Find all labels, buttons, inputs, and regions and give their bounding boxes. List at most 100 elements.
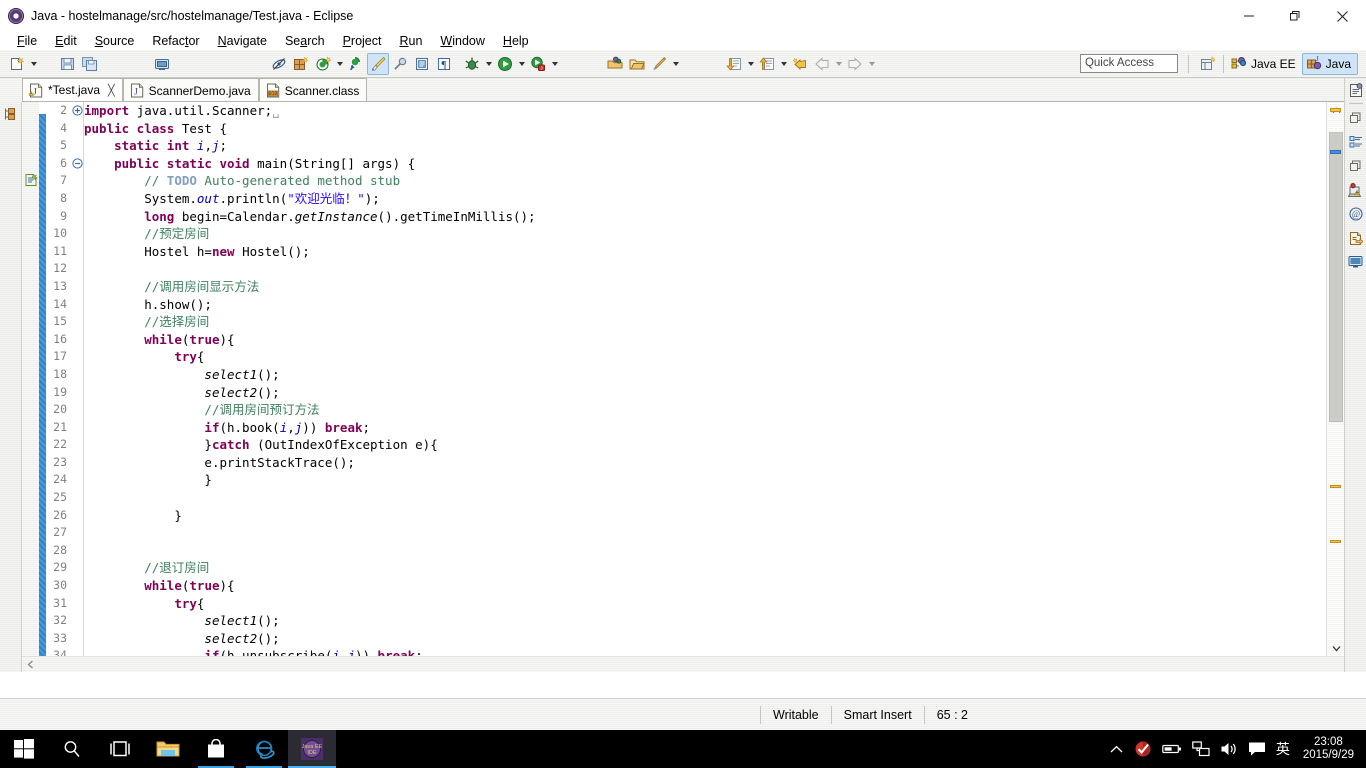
next-annotation-dropdown-arrow[interactable]: [745, 53, 756, 75]
declaration-view-icon[interactable]: [1345, 226, 1366, 250]
fold-toggle-minus[interactable]: [70, 155, 84, 173]
open-task-icon[interactable]: [411, 53, 433, 75]
forward-dropdown-arrow[interactable]: [866, 53, 877, 75]
start-button-icon[interactable]: [0, 730, 48, 768]
menu-item-file[interactable]: File: [8, 32, 46, 50]
pencil-dropdown-arrow[interactable]: [670, 53, 681, 75]
problems-view-icon[interactable]: [1345, 178, 1366, 202]
fold-empty: [70, 366, 84, 384]
open-type-icon[interactable]: [345, 53, 367, 75]
menu-item-source[interactable]: Source: [86, 32, 144, 50]
new-package-wizard-icon[interactable]: [604, 53, 626, 75]
javadoc-view-icon[interactable]: @: [1345, 202, 1366, 226]
antivirus-shield-icon[interactable]: [1129, 730, 1157, 768]
forward-icon[interactable]: [844, 53, 866, 75]
fold-empty: [70, 208, 84, 226]
run-icon[interactable]: [494, 53, 516, 75]
folding-ruler[interactable]: [70, 102, 84, 656]
open-folder-icon[interactable]: [626, 53, 648, 75]
print-icon[interactable]: [151, 53, 173, 75]
run-dropdown-arrow[interactable]: [516, 53, 527, 75]
menu-item-help[interactable]: Help: [494, 32, 538, 50]
status-cursor-position: 65 : 2: [936, 707, 968, 722]
microsoft-store-icon[interactable]: [192, 730, 240, 768]
network-icon[interactable]: [1187, 730, 1215, 768]
save-icon[interactable]: [57, 53, 79, 75]
open-perspective-button[interactable]: [1197, 53, 1219, 75]
fold-toggle-plus[interactable]: [70, 102, 84, 120]
perspective-java-ee[interactable]: Java EE: [1228, 53, 1302, 75]
pencil-icon[interactable]: [648, 53, 670, 75]
previous-annotation-dropdown-arrow[interactable]: [778, 53, 789, 75]
menu-item-edit[interactable]: Edit: [46, 32, 86, 50]
scroll-down-arrow-icon[interactable]: [1327, 640, 1344, 656]
file-explorer-icon[interactable]: [144, 730, 192, 768]
overview-marker-warn[interactable]: [1330, 485, 1341, 488]
outline-view-icon[interactable]: [1345, 78, 1366, 102]
new-icon[interactable]: [6, 53, 28, 75]
battery-icon[interactable]: [1157, 730, 1187, 768]
minimize-view-icon[interactable]: [1345, 154, 1366, 178]
new-java-class-dropdown-arrow[interactable]: [334, 53, 345, 75]
overview-marker-task[interactable]: [1330, 150, 1341, 154]
title-bar: Java - hostelmanage/src/hostelmanage/Tes…: [0, 0, 1366, 32]
console-view-icon[interactable]: [1345, 250, 1366, 274]
close-button[interactable]: [1318, 0, 1366, 32]
overview-marker-warn[interactable]: [1330, 540, 1341, 543]
editor-tab-0[interactable]: J *Test.java ╳: [22, 78, 123, 102]
format-brush-icon[interactable]: [367, 52, 389, 75]
task-view-icon[interactable]: [96, 730, 144, 768]
debug-dropdown-arrow[interactable]: [483, 53, 494, 75]
toggle-mark-occurrences-icon[interactable]: [268, 53, 290, 75]
new-dropdown-arrow[interactable]: [28, 53, 39, 75]
restore-button[interactable]: [1272, 0, 1318, 32]
fold-empty: [70, 454, 84, 472]
overview-marker-warn[interactable]: [1330, 108, 1341, 112]
show-hidden-icons-chevron-icon[interactable]: [1105, 730, 1129, 768]
back-icon[interactable]: [811, 53, 833, 75]
task-list-view-icon[interactable]: [1345, 130, 1366, 154]
editor-horizontal-scrollbar[interactable]: [22, 656, 1344, 672]
search-icon[interactable]: [48, 730, 96, 768]
menu-item-run[interactable]: Run: [390, 32, 431, 50]
last-edit-location-icon[interactable]: [789, 53, 811, 75]
debug-icon[interactable]: [461, 53, 483, 75]
new-java-package-icon[interactable]: [290, 53, 312, 75]
fold-empty: [70, 190, 84, 208]
code-editor[interactable]: 2 4 5 6 7 8 9 10 11 12 13 14 15 16 17 18 19 20 21 22 23 24 25 2…: [22, 102, 1344, 672]
close-icon[interactable]: ╳: [108, 84, 115, 97]
scrollbar-thumb[interactable]: [1329, 132, 1343, 422]
back-dropdown-arrow[interactable]: [833, 53, 844, 75]
menu-item-project[interactable]: Project: [334, 32, 391, 50]
quick-access-input[interactable]: Quick Access: [1079, 54, 1178, 73]
editor-tab-1[interactable]: J ScannerDemo.java: [122, 78, 259, 102]
external-tools-dropdown-arrow[interactable]: [549, 53, 560, 75]
menu-item-refactor[interactable]: Refactor: [143, 32, 208, 50]
editor-tab-2[interactable]: 010 Scanner.class: [258, 78, 368, 102]
next-annotation-icon[interactable]: [723, 53, 745, 75]
perspective-java[interactable]: J Java: [1301, 52, 1358, 75]
editor-vertical-scrollbar[interactable]: [1326, 102, 1344, 656]
todo-task-marker-icon[interactable]: [24, 173, 39, 187]
menu-item-search[interactable]: Search: [276, 32, 334, 50]
taskbar-clock[interactable]: 23:08 2015/9/29: [1295, 730, 1366, 768]
menu-item-navigate[interactable]: Navigate: [209, 32, 276, 50]
internet-explorer-icon[interactable]: [240, 730, 288, 768]
eclipse-icon[interactable]: Java EE IDE: [288, 730, 336, 768]
previous-annotation-icon[interactable]: [756, 53, 778, 75]
search-icon[interactable]: [389, 53, 411, 75]
menu-item-window[interactable]: Window: [431, 32, 493, 50]
show-whitespace-icon[interactable]: ¶: [433, 53, 455, 75]
volume-icon[interactable]: [1215, 730, 1243, 768]
package-explorer-icon[interactable]: [0, 102, 22, 126]
annotation-ruler[interactable]: [22, 102, 39, 656]
external-tools-icon[interactable]: J: [527, 53, 549, 75]
ime-language-icon[interactable]: 英: [1271, 730, 1295, 768]
code-text-area[interactable]: import java.util.Scanner;␣ public class T…: [84, 102, 1326, 672]
action-center-icon[interactable]: [1243, 730, 1271, 768]
scroll-left-arrow-icon[interactable]: [22, 657, 38, 673]
new-java-class-icon[interactable]: [312, 53, 334, 75]
save-all-icon[interactable]: [79, 53, 101, 75]
restore-view-icon[interactable]: [1345, 106, 1366, 130]
minimize-button[interactable]: [1226, 0, 1272, 32]
